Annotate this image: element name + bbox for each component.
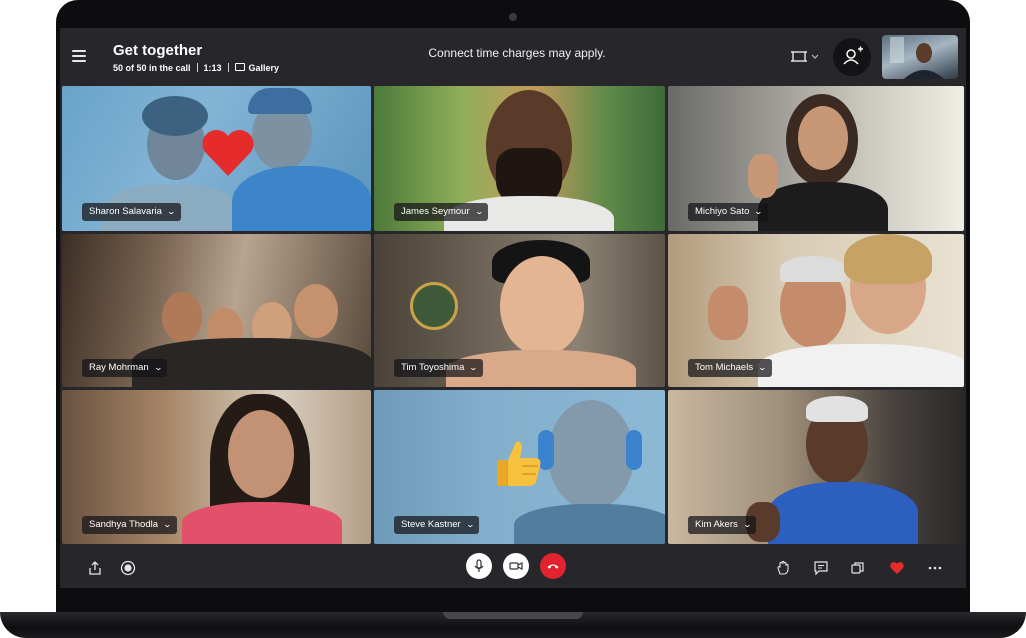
heart-icon (202, 129, 254, 176)
video-camera-icon (509, 562, 523, 570)
separator (196, 63, 198, 72)
switch-view-icon (851, 562, 864, 574)
record-icon (120, 560, 136, 576)
chat-button[interactable] (810, 557, 832, 579)
chevron-down-icon: ⌄ (474, 207, 484, 216)
participant-name: Tom Michaels (695, 362, 754, 373)
person-body (758, 344, 964, 387)
call-controls (60, 548, 966, 588)
person-body (182, 502, 342, 544)
participant-name: Michiyo Sato (695, 206, 750, 217)
end-call-button[interactable] (540, 553, 566, 579)
participant-name: Sharon Salavaria (89, 206, 162, 217)
participant-tile[interactable]: James Seymour ⌄ (374, 86, 665, 231)
blonde-hair (844, 234, 932, 284)
charges-notice: Connect time charges may apply. (428, 46, 606, 60)
participant-name: Kim Akers (695, 519, 738, 530)
participant-name-tag[interactable]: James Seymour ⌄ (394, 203, 489, 221)
call-window: Get together 50 of 50 in the call 1:13 Gal… (60, 28, 966, 588)
chevron-down-icon: ⌄ (166, 207, 176, 216)
add-participant-button[interactable] (833, 38, 871, 76)
call-header: Get together 50 of 50 in the call 1:13 Gal… (60, 28, 966, 86)
chevron-down-icon: ⌄ (162, 520, 173, 529)
mute-button[interactable] (466, 553, 492, 579)
thumbs-up-icon (497, 441, 541, 486)
participant-count: 50 of 50 in the call (113, 63, 191, 73)
self-view-person (890, 37, 944, 79)
more-options-button[interactable] (924, 557, 946, 579)
add-person-icon (843, 46, 863, 65)
chat-icon (814, 561, 828, 576)
participant-name-tag[interactable]: Tom Michaels ⌄ (688, 359, 772, 377)
menu-icon[interactable] (72, 50, 86, 62)
gray-hair (780, 256, 846, 282)
participant-tile[interactable]: Sandhya Thodla ⌄ (62, 390, 371, 544)
microphone-icon (474, 559, 484, 572)
participant-name-tag[interactable]: Tim Toyoshima ⌄ (394, 359, 484, 377)
participant-name-tag[interactable]: Sandhya Thodla ⌄ (82, 516, 177, 534)
person (162, 292, 202, 342)
more-options-icon (928, 566, 942, 570)
participant-name-tag[interactable]: Ray Mohrman ⌄ (82, 359, 168, 377)
layout-icon (791, 51, 819, 62)
participant-name-tag[interactable]: Kim Akers ⌄ (688, 516, 757, 534)
participant-tile[interactable]: Michiyo Sato ⌄ (668, 86, 964, 231)
participant-tile[interactable]: Ray Mohrman ⌄ (62, 234, 371, 387)
call-duration: 1:13 (203, 63, 222, 73)
person (228, 410, 294, 498)
participant-name: Steve Kastner (401, 519, 461, 530)
separator (227, 63, 229, 72)
white-hair (806, 396, 868, 422)
end-call-icon (547, 564, 559, 569)
chevron-down-icon: ⌄ (469, 363, 479, 372)
call-info: 50 of 50 in the call 1:13 Gallery (113, 63, 279, 73)
participant-name: James Seymour (401, 206, 470, 217)
chevron-down-icon: ⌄ (757, 363, 768, 372)
person-body (768, 482, 918, 544)
waving-hand (708, 286, 748, 340)
participant-name: Ray Mohrman (89, 362, 149, 373)
participant-name-tag[interactable]: Michiyo Sato ⌄ (688, 203, 769, 221)
participant-tile[interactable]: Kim Akers ⌄ (668, 390, 964, 544)
person (294, 284, 338, 338)
raise-hand-icon (777, 560, 789, 575)
call-title: Get together (113, 42, 203, 59)
heart-icon (890, 562, 904, 574)
person (500, 256, 584, 356)
chevron-down-icon: ⌄ (754, 207, 764, 216)
chevron-down-icon: ⌄ (465, 520, 475, 529)
record-button[interactable] (117, 557, 139, 579)
switch-view-button[interactable] (847, 557, 869, 579)
chevron-down-icon: ⌄ (153, 363, 163, 372)
webcam (509, 13, 517, 21)
person (798, 106, 848, 170)
self-view-video[interactable] (882, 35, 958, 79)
react-button[interactable] (886, 557, 908, 579)
laptop-notch (443, 612, 583, 619)
view-mode-label[interactable]: Gallery (249, 63, 280, 73)
participant-tile[interactable]: Tom Michaels ⌄ (668, 234, 964, 387)
wall-decoration (410, 282, 458, 330)
chevron-down-icon: ⌄ (742, 520, 752, 529)
participant-tile[interactable]: Tim Toyoshima ⌄ (374, 234, 665, 387)
raise-hand-button[interactable] (772, 557, 794, 579)
share-icon (89, 561, 101, 575)
video-gallery: Sharon Salavaria ⌄ James Seymour ⌄ Michiyo… (60, 86, 966, 548)
participant-tile[interactable]: Sharon Salavaria ⌄ (62, 86, 371, 231)
participant-name: Tim Toyoshima (401, 362, 465, 373)
participant-tile[interactable]: Steve Kastner ⌄ (374, 390, 665, 544)
gallery-icon (234, 63, 245, 71)
share-button[interactable] (84, 557, 106, 579)
person-body (758, 182, 888, 231)
video-toggle-button[interactable] (503, 553, 529, 579)
people-bodies (132, 338, 371, 387)
participant-name: Sandhya Thodla (89, 519, 159, 530)
participant-name-tag[interactable]: Sharon Salavaria ⌄ (82, 203, 181, 221)
layout-button[interactable] (790, 48, 824, 66)
participant-name-tag[interactable]: Steve Kastner ⌄ (394, 516, 480, 534)
waving-hand (748, 154, 778, 198)
